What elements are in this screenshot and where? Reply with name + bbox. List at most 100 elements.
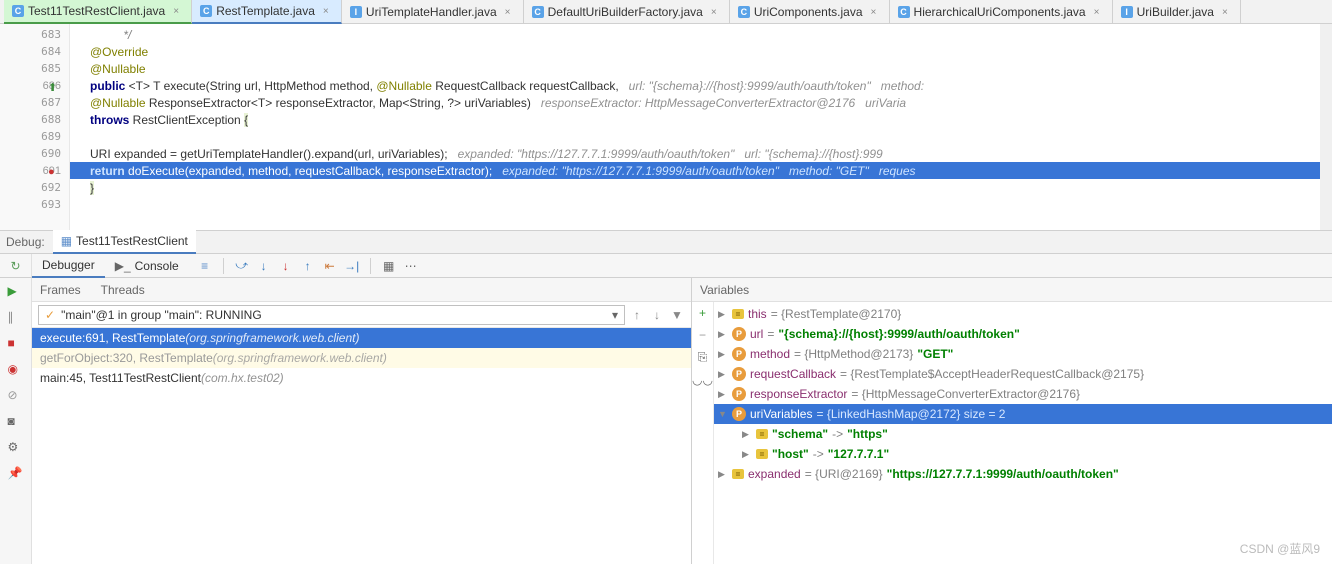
variable-row[interactable]: ▶P requestCallback = {RestTemplate$Accep… (714, 364, 1332, 384)
editor-tab[interactable]: IUriBuilder.java× (1113, 0, 1241, 24)
variable-string: "GET" (917, 347, 953, 361)
remove-watch-icon[interactable]: − (699, 328, 706, 342)
variable-value: = {HttpMethod@2173} (794, 347, 913, 361)
expand-arrow-icon[interactable]: ▶ (718, 469, 728, 480)
close-icon[interactable]: × (323, 6, 333, 16)
copy-icon[interactable]: ⎘ (698, 350, 708, 365)
breakpoint-icon[interactable]: ● (48, 166, 58, 176)
variable-string: "schema" (772, 427, 828, 441)
snapshot-icon[interactable]: ◙ (8, 414, 24, 430)
variable-string: "{schema}://{host}:9999/auth/oauth/token… (778, 327, 1019, 341)
trace-icon[interactable]: ⋯ (403, 258, 419, 274)
editor-tab[interactable]: CRestTemplate.java× (192, 0, 342, 24)
stack-frame[interactable]: main:45, Test11TestRestClient (com.hx.te… (32, 368, 691, 388)
line-number: 693 (0, 196, 69, 213)
run-to-cursor-icon[interactable]: →| (344, 258, 360, 274)
code-text: RestClientException (133, 113, 244, 127)
filter-icon[interactable]: ▼ (669, 307, 685, 323)
next-frame-icon[interactable]: ↓ (649, 307, 665, 323)
expand-arrow-icon[interactable]: ▼ (718, 409, 728, 419)
stack-frame[interactable]: getForObject:320, RestTemplate (org.spri… (32, 348, 691, 368)
expand-arrow-icon[interactable]: ▶ (718, 329, 728, 340)
line-number: 691● (0, 162, 69, 179)
stop-icon[interactable]: ■ (8, 336, 24, 352)
resume-icon[interactable]: ▶ (8, 284, 24, 300)
line-number: 692 (0, 179, 69, 196)
variable-row[interactable]: ▶P url = "{schema}://{host}:9999/auth/oa… (714, 324, 1332, 344)
pin-icon[interactable]: 📌 (8, 466, 24, 482)
editor-tab[interactable]: C DefaultUriBuilderFactory.java × (524, 0, 730, 24)
code-editor[interactable]: 683 684 685 686⬆ 687 688 689 690 691● 69… (0, 24, 1332, 230)
step-out-icon[interactable]: ↑ (300, 258, 316, 274)
line-number: 686⬆ (0, 77, 69, 94)
glasses-icon[interactable]: ◡◡ (692, 373, 713, 387)
variable-name: responseExtractor (750, 387, 847, 401)
mute-breakpoints-icon[interactable]: ⊘ (8, 388, 24, 404)
thread-selector[interactable]: ✓ "main"@1 in group "main": RUNNING ▾ (38, 305, 625, 325)
dropdown-icon: ▾ (612, 308, 618, 322)
debugger-tab[interactable]: Debugger (32, 254, 105, 278)
expand-arrow-icon[interactable]: ▶ (718, 389, 728, 400)
add-watch-icon[interactable]: + (699, 306, 706, 320)
expand-arrow-icon[interactable]: ▶ (718, 369, 728, 380)
variable-row[interactable]: ▶= this = {RestTemplate@2170} (714, 304, 1332, 324)
variable-row[interactable]: ▶P responseExtractor = {HttpMessageConve… (714, 384, 1332, 404)
variable-arrow: -> (813, 447, 824, 461)
rerun-icon[interactable]: ↻ (10, 259, 20, 273)
interface-icon: I (350, 6, 362, 18)
variable-name: method (750, 347, 790, 361)
code-area[interactable]: */ @Override @Nullable public <T> T exec… (70, 24, 1332, 230)
tab-label: UriBuilder.java (1137, 5, 1214, 19)
line-number: 690 (0, 145, 69, 162)
class-icon: C (738, 6, 750, 18)
thread-dump-icon[interactable]: ≡ (197, 258, 213, 274)
evaluate-icon[interactable]: ▦ (381, 258, 397, 274)
close-icon[interactable]: × (711, 7, 721, 17)
gutter: 683 684 685 686⬆ 687 688 689 690 691● 69… (0, 24, 70, 230)
editor-tab[interactable]: CTest11TestRestClient.java× (4, 0, 192, 24)
force-step-into-icon[interactable]: ↓ (278, 258, 294, 274)
variable-row[interactable]: ▶="schema" -> "https" (714, 424, 1332, 444)
pause-icon[interactable]: ∥ (8, 310, 24, 326)
close-icon[interactable]: × (1094, 7, 1104, 17)
frames-tab[interactable]: Frames (40, 283, 81, 297)
editor-tab[interactable]: CUriComponents.java× (730, 0, 890, 24)
settings-icon[interactable]: ⚙ (8, 440, 24, 456)
close-icon[interactable]: × (871, 7, 881, 17)
console-icon: ▶_ (115, 259, 131, 273)
close-icon[interactable]: × (1222, 7, 1232, 17)
variable-row[interactable]: ▶= expanded = {URI@2169} "https://127.7.… (714, 464, 1332, 484)
variable-row[interactable]: ▶ P method = {HttpMethod@2173} "GET" (714, 344, 1332, 364)
class-icon: C (532, 6, 544, 18)
console-tab[interactable]: ▶_Console (105, 255, 189, 277)
param-icon: P (732, 347, 746, 361)
debug-config-tab[interactable]: ▦ Test11TestRestClient (53, 230, 196, 254)
step-into-icon[interactable]: ↓ (256, 258, 272, 274)
field-icon: = (732, 469, 744, 479)
tab-label: DefaultUriBuilderFactory.java (548, 5, 703, 19)
expand-arrow-icon[interactable]: ▶ (718, 349, 728, 360)
variable-row[interactable]: ▼P uriVariables = {LinkedHashMap@2172} s… (714, 404, 1332, 424)
code-text: URI expanded = getUriTemplateHandler().e… (90, 147, 458, 161)
step-over-icon[interactable]: ⤻ (234, 258, 250, 274)
expand-arrow-icon[interactable]: ▶ (718, 309, 728, 320)
close-icon[interactable]: × (173, 6, 183, 16)
stack-frame[interactable]: execute:691, RestTemplate (org.springfra… (32, 328, 691, 348)
threads-tab[interactable]: Threads (101, 283, 145, 297)
field-icon: = (756, 449, 768, 459)
scrollbar[interactable] (1320, 24, 1332, 230)
drop-frame-icon[interactable]: ⇤ (322, 258, 338, 274)
variables-toolbar: + − ⎘ ◡◡ (692, 302, 714, 564)
prev-frame-icon[interactable]: ↑ (629, 307, 645, 323)
variables-tab[interactable]: Variables (692, 278, 1332, 302)
editor-tab[interactable]: IUriTemplateHandler.java× (342, 0, 524, 24)
override-marker-icon[interactable]: ⬆ (48, 81, 58, 91)
editor-tab[interactable]: CHierarchicalUriComponents.java× (890, 0, 1113, 24)
expand-arrow-icon[interactable]: ▶ (742, 429, 752, 440)
close-icon[interactable]: × (505, 7, 515, 17)
expand-arrow-icon[interactable]: ▶ (742, 449, 752, 460)
variable-name: requestCallback (750, 367, 836, 381)
breakpoints-icon[interactable]: ◉ (8, 362, 24, 378)
watermark: CSDN @蓝风9 (1240, 540, 1320, 557)
variable-row[interactable]: ▶="host" -> "127.7.7.1" (714, 444, 1332, 464)
